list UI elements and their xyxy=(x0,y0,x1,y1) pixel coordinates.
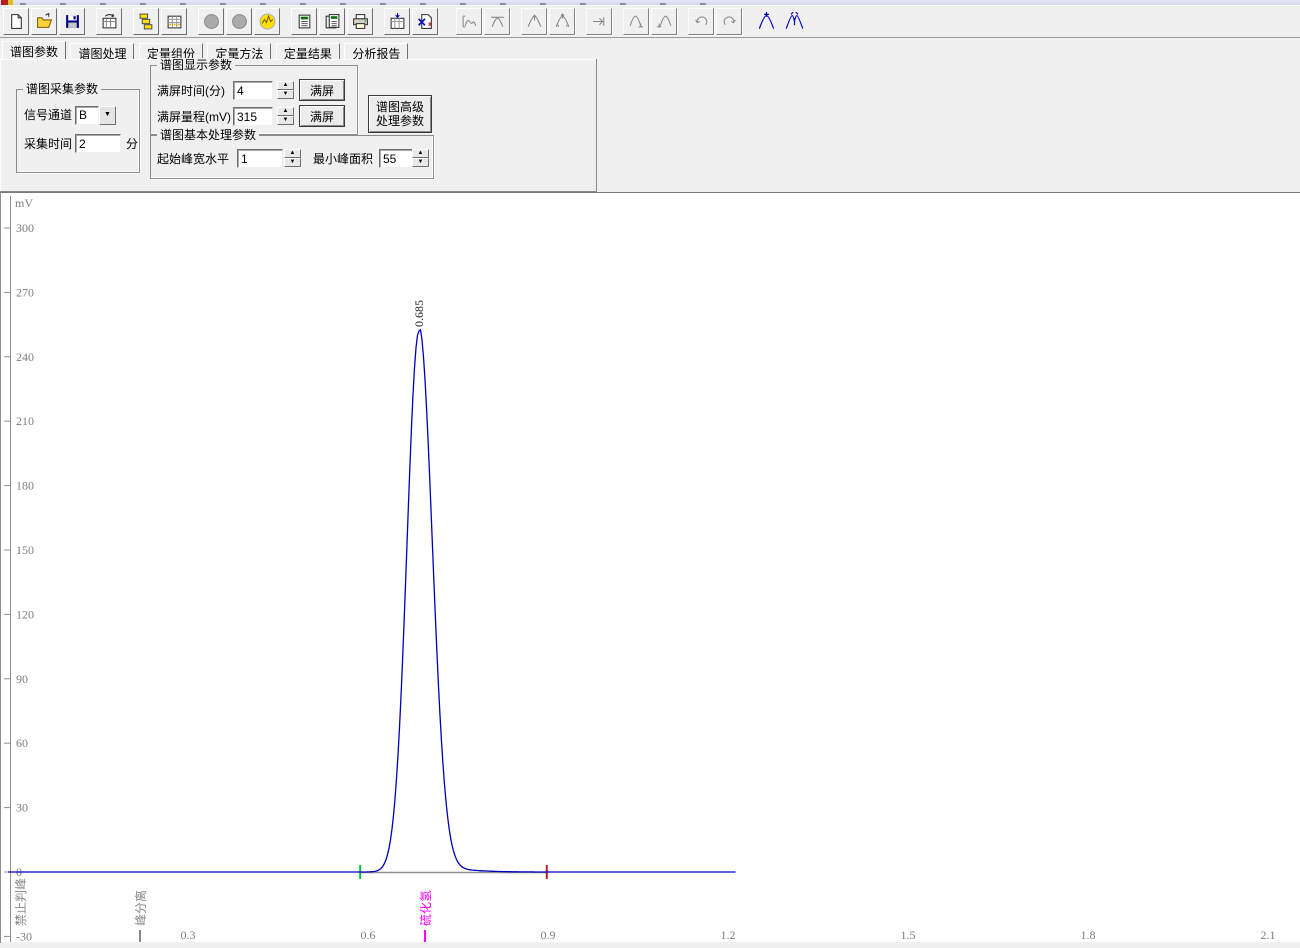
svg-text:0.6: 0.6 xyxy=(361,928,376,942)
acq-time-unit: 分 xyxy=(126,137,138,151)
save-button[interactable] xyxy=(59,8,85,35)
fullscreen-time-button[interactable]: 满屏 xyxy=(299,79,345,101)
redo-button xyxy=(716,8,742,35)
undo-button xyxy=(688,8,714,35)
chevron-down-icon[interactable]: ▼ xyxy=(99,106,116,125)
new-document-button[interactable] xyxy=(3,8,29,35)
curve-zoom-a-button xyxy=(456,8,482,35)
acquisition-group-title: 谱图采集参数 xyxy=(23,82,101,96)
spin-down-icon[interactable]: ▼ xyxy=(277,90,294,99)
peak-width-spinner[interactable]: ▲▼ xyxy=(284,149,301,167)
signal-ball-button[interactable] xyxy=(254,8,280,35)
fullscreen-time-spinner[interactable]: ▲▼ xyxy=(277,81,294,99)
svg-text:mV: mV xyxy=(15,196,33,210)
svg-text:90: 90 xyxy=(16,672,28,686)
open-folder-button[interactable] xyxy=(31,8,57,35)
svg-text:禁止判峰: 禁止判峰 xyxy=(14,878,28,926)
stop-circle-button[interactable] xyxy=(198,8,224,35)
report-grid-button[interactable] xyxy=(96,8,122,35)
peak-width-input[interactable] xyxy=(237,149,283,168)
spectrum-parameters-panel: 谱图采集参数 信号通道 B ▼ 采集时间 分 谱图显示参数 满屏时间(分) ▲▼… xyxy=(0,59,597,192)
spin-up-icon[interactable]: ▲ xyxy=(277,81,294,90)
advanced-button-line2: 处理参数 xyxy=(376,114,424,128)
fullscreen-range-label: 满屏量程(mV) xyxy=(157,110,231,124)
tab-content-background xyxy=(596,59,1300,191)
printer-button[interactable] xyxy=(347,8,373,35)
manual-peak-split-button[interactable] xyxy=(781,8,807,35)
svg-text:-30: -30 xyxy=(16,929,32,943)
peak-mark-b-button xyxy=(549,8,575,35)
advanced-processing-button[interactable]: 谱图高级 处理参数 xyxy=(368,95,432,133)
main-toolbar xyxy=(0,5,1300,38)
peak-mark-a-button xyxy=(521,8,547,35)
acq-time-input[interactable] xyxy=(75,134,121,153)
curve-zoom-b-button xyxy=(484,8,510,35)
calculator-multi-button[interactable] xyxy=(319,8,345,35)
spin-up-icon[interactable]: ▲ xyxy=(412,149,429,158)
peak-label-b-button xyxy=(651,8,677,35)
display-groupbox: 谱图显示参数 满屏时间(分) ▲▼ 满屏 满屏量程(mV) ▲▼ 满屏 xyxy=(150,65,358,135)
acq-time-label: 采集时间 xyxy=(24,137,72,151)
svg-text:2.1: 2.1 xyxy=(1261,928,1276,942)
spin-up-icon[interactable]: ▲ xyxy=(284,149,301,158)
fullscreen-range-spinner[interactable]: ▲▼ xyxy=(277,107,294,125)
peak-label-a-button xyxy=(623,8,649,35)
signal-channel-combo[interactable]: B ▼ xyxy=(75,106,116,125)
calculator-button[interactable] xyxy=(291,8,317,35)
table-import-button[interactable] xyxy=(384,8,410,35)
fullscreen-time-label: 满屏时间(分) xyxy=(157,84,225,98)
min-area-label: 最小峰面积 xyxy=(313,152,373,166)
svg-text:1.5: 1.5 xyxy=(901,928,916,942)
svg-text:0.9: 0.9 xyxy=(541,928,556,942)
svg-text:180: 180 xyxy=(16,479,34,493)
svg-text:60: 60 xyxy=(16,736,28,750)
svg-text:120: 120 xyxy=(16,607,34,621)
fullscreen-range-button[interactable]: 满屏 xyxy=(299,105,345,127)
svg-text:240: 240 xyxy=(16,350,34,364)
peak-width-label: 起始峰宽水平 xyxy=(157,152,229,166)
basic-group-title: 谱图基本处理参数 xyxy=(157,128,259,142)
svg-text:0.685: 0.685 xyxy=(412,300,426,327)
fullscreen-range-input[interactable] xyxy=(233,107,273,126)
fullscreen-time-input[interactable] xyxy=(233,81,273,100)
baseline-to-end-button xyxy=(586,8,612,35)
advanced-button-line1: 谱图高级 xyxy=(376,100,424,114)
display-group-title: 谱图显示参数 xyxy=(157,58,235,72)
signal-channel-label: 信号通道 xyxy=(24,108,72,122)
svg-text:1.2: 1.2 xyxy=(721,928,736,942)
tab-bar: 谱图参数 谱图处理 定量组份 定量方法 定量结果 分析报告 xyxy=(0,40,1300,59)
sample-grid-button[interactable] xyxy=(161,8,187,35)
svg-text:峰分离: 峰分离 xyxy=(133,890,148,926)
svg-text:150: 150 xyxy=(16,543,34,557)
chromatogram-area: mV3002702402101801501209060300-300.30.60… xyxy=(0,192,1300,942)
svg-text:300: 300 xyxy=(16,221,34,235)
method-notes-button[interactable] xyxy=(133,8,159,35)
manual-peak-cross-button[interactable] xyxy=(753,8,779,35)
signal-channel-value: B xyxy=(75,106,99,125)
svg-text:0.3: 0.3 xyxy=(181,928,196,942)
spin-up-icon[interactable]: ▲ xyxy=(277,107,294,116)
spin-down-icon[interactable]: ▼ xyxy=(277,116,294,125)
spin-down-icon[interactable]: ▼ xyxy=(284,158,301,167)
svg-text:硫化氢: 硫化氢 xyxy=(418,890,433,926)
svg-text:210: 210 xyxy=(16,414,34,428)
chromatogram-plot: mV3002702402101801501209060300-300.30.60… xyxy=(0,193,1300,943)
svg-text:270: 270 xyxy=(16,285,34,299)
svg-text:30: 30 xyxy=(16,801,28,815)
page-discard-button[interactable] xyxy=(412,8,438,35)
acquisition-groupbox: 谱图采集参数 信号通道 B ▼ 采集时间 分 xyxy=(16,89,140,173)
spin-down-icon[interactable]: ▼ xyxy=(412,158,429,167)
svg-text:1.8: 1.8 xyxy=(1081,928,1096,942)
basic-processing-groupbox: 谱图基本处理参数 起始峰宽水平 ▲▼ 最小峰面积 ▲▼ xyxy=(150,135,434,179)
min-area-spinner[interactable]: ▲▼ xyxy=(412,149,429,167)
pause-circle-button[interactable] xyxy=(226,8,252,35)
